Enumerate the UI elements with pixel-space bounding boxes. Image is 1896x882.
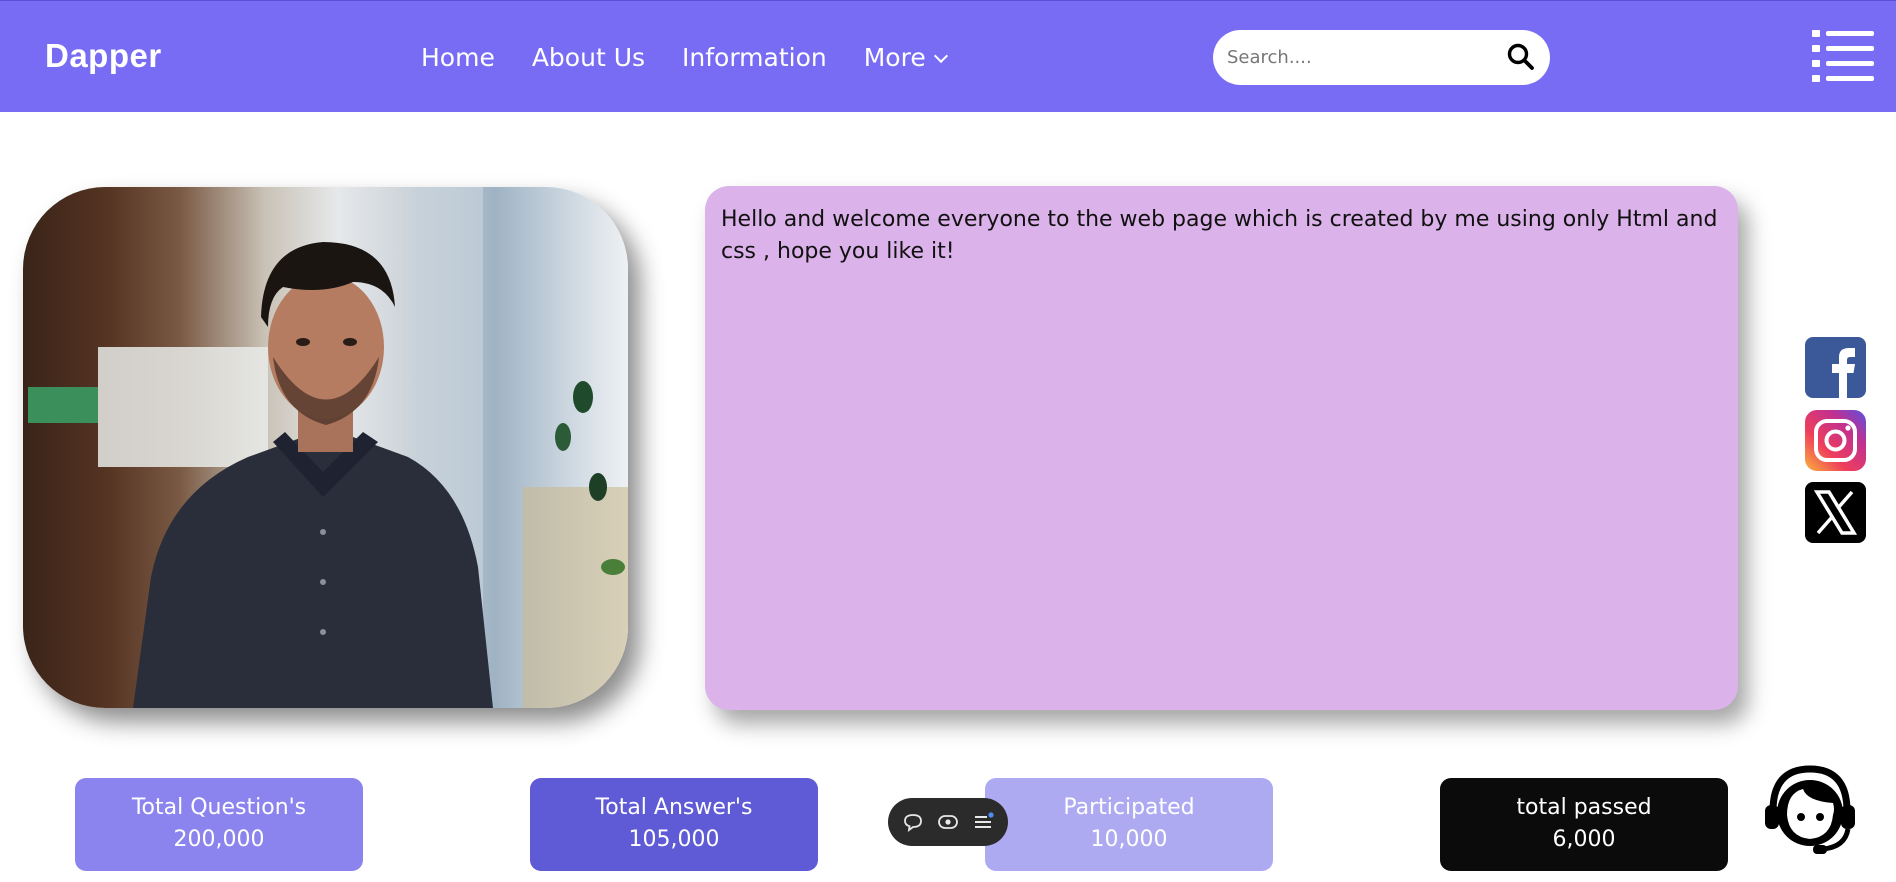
stat-label: Total Answer's	[595, 795, 753, 820]
welcome-text: Hello and welcome everyone to the web pa…	[721, 207, 1718, 264]
search-box	[1213, 30, 1550, 85]
search-icon[interactable]	[1506, 42, 1536, 72]
chevron-down-icon	[933, 48, 948, 63]
nav-more-dropdown[interactable]: More	[863, 43, 948, 72]
navbar: Dapper Home About Us Information More	[0, 0, 1896, 112]
view-icon[interactable]	[936, 810, 960, 834]
stat-total-passed: total passed 6,000	[1440, 778, 1728, 871]
stat-label: Participated	[1063, 795, 1195, 820]
stat-total-answers: Total Answer's 105,000	[530, 778, 818, 871]
nav-more-label: More	[863, 43, 926, 72]
brand-logo[interactable]: Dapper	[45, 37, 162, 75]
nav-home[interactable]: Home	[421, 43, 495, 72]
floating-toolbar	[888, 798, 1008, 846]
nav-about-us[interactable]: About Us	[532, 43, 645, 72]
list-icon[interactable]	[971, 810, 995, 834]
customer-support-icon[interactable]	[1763, 763, 1858, 855]
profile-photo	[23, 187, 628, 708]
nav-links: Home About Us Information More	[421, 43, 983, 72]
stat-label: Total Question's	[131, 795, 307, 820]
stat-value: 105,000	[628, 827, 720, 852]
stat-label: total passed	[1516, 795, 1652, 820]
stat-total-questions: Total Question's 200,000	[75, 778, 363, 871]
x-twitter-icon[interactable]	[1805, 482, 1866, 543]
search-input[interactable]	[1227, 47, 1497, 68]
nav-information[interactable]: Information	[682, 43, 827, 72]
stat-value: 200,000	[173, 827, 265, 852]
stat-value: 6,000	[1552, 827, 1616, 852]
stat-participated: Participated 10,000	[985, 778, 1273, 871]
hamburger-menu-icon[interactable]	[1812, 28, 1874, 82]
comment-icon[interactable]	[901, 810, 925, 834]
stat-value: 10,000	[1090, 827, 1168, 852]
facebook-icon[interactable]	[1805, 337, 1866, 398]
welcome-card: Hello and welcome everyone to the web pa…	[705, 186, 1738, 710]
instagram-icon[interactable]	[1805, 410, 1866, 471]
